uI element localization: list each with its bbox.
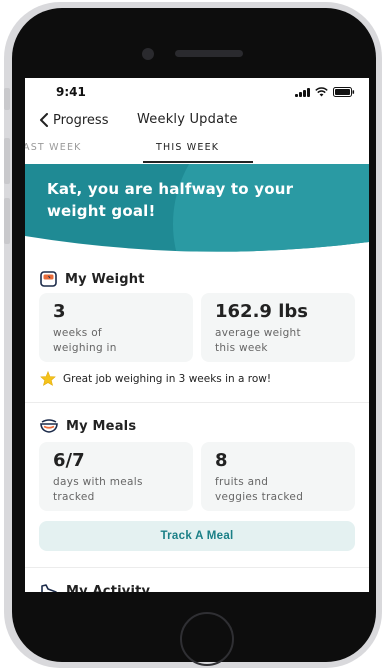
- fruits-veggies-card: 8 fruits and veggies tracked: [201, 442, 355, 511]
- page-title: Weekly Update: [137, 112, 238, 127]
- active-tab-indicator: [143, 161, 253, 163]
- meals-tracked-label-2: tracked: [53, 491, 95, 503]
- weighing-praise: Great job weighing in 3 weeks in a row!: [40, 371, 271, 386]
- meals-tracked-value: 6/7: [53, 450, 85, 471]
- battery-icon: [333, 87, 355, 97]
- volume-down-button: [4, 198, 10, 244]
- fruits-veggies-label-2: veggies tracked: [215, 491, 304, 503]
- tab-last-week[interactable]: AST WEEK: [25, 142, 82, 153]
- section-divider: [25, 567, 369, 568]
- average-weight-card: 162.9 lbs average weight this week: [201, 293, 355, 362]
- fruits-veggies-label-1: fruits and: [215, 476, 269, 488]
- average-weight-label-1: average weight: [215, 327, 301, 339]
- meal-bowl-icon: [40, 419, 58, 433]
- weeks-weighing-label-1: weeks of: [53, 327, 102, 339]
- home-button[interactable]: [180, 612, 234, 666]
- track-meal-button[interactable]: Track A Meal: [39, 521, 355, 551]
- activity-section-title: My Activity: [66, 583, 151, 593]
- weeks-weighing-card: 3 weeks of weighing in: [39, 293, 193, 362]
- tab-this-week[interactable]: THIS WEEK: [156, 142, 219, 153]
- meals-tracked-label-1: days with meals: [53, 476, 143, 488]
- meals-section-title: My Meals: [66, 418, 137, 434]
- status-bar: 9:41: [25, 78, 369, 106]
- weight-section-header: My Weight: [40, 271, 145, 287]
- average-weight-value: 162.9 lbs: [215, 301, 308, 322]
- wifi-icon: [315, 87, 328, 97]
- app-screen: 9:41 Progress Weekly Update AST WEEK THI…: [25, 78, 369, 592]
- hero-banner: Kat, you are halfway to your weight goal…: [25, 164, 369, 256]
- back-label: Progress: [53, 112, 109, 128]
- star-icon: [40, 371, 56, 386]
- hero-message: Kat, you are halfway to your weight goal…: [47, 180, 294, 220]
- meals-tracked-card: 6/7 days with meals tracked: [39, 442, 193, 511]
- weeks-weighing-value: 3: [53, 301, 66, 322]
- front-camera: [142, 48, 154, 60]
- cellular-signal-icon: [295, 87, 310, 97]
- status-time: 9:41: [56, 85, 86, 99]
- fruits-veggies-value: 8: [215, 450, 228, 471]
- chevron-left-icon: [40, 113, 48, 127]
- weight-section-title: My Weight: [65, 271, 145, 287]
- status-icons: [295, 87, 355, 97]
- scale-icon: [40, 271, 57, 287]
- week-tabs: AST WEEK THIS WEEK: [25, 134, 369, 165]
- earpiece-speaker: [175, 50, 243, 57]
- back-button[interactable]: Progress: [39, 108, 108, 132]
- activity-shoe-icon: [41, 584, 57, 592]
- praise-text: Great job weighing in 3 weeks in a row!: [63, 372, 272, 385]
- navigation-bar: Progress Weekly Update: [25, 108, 369, 132]
- meals-section-header: My Meals: [40, 418, 136, 434]
- activity-section-header: My Activity: [40, 583, 150, 592]
- average-weight-label-2: this week: [215, 342, 268, 354]
- mute-switch: [4, 88, 10, 110]
- weeks-weighing-label-2: weighing in: [53, 342, 117, 354]
- section-divider: [25, 402, 369, 403]
- volume-up-button: [4, 138, 10, 184]
